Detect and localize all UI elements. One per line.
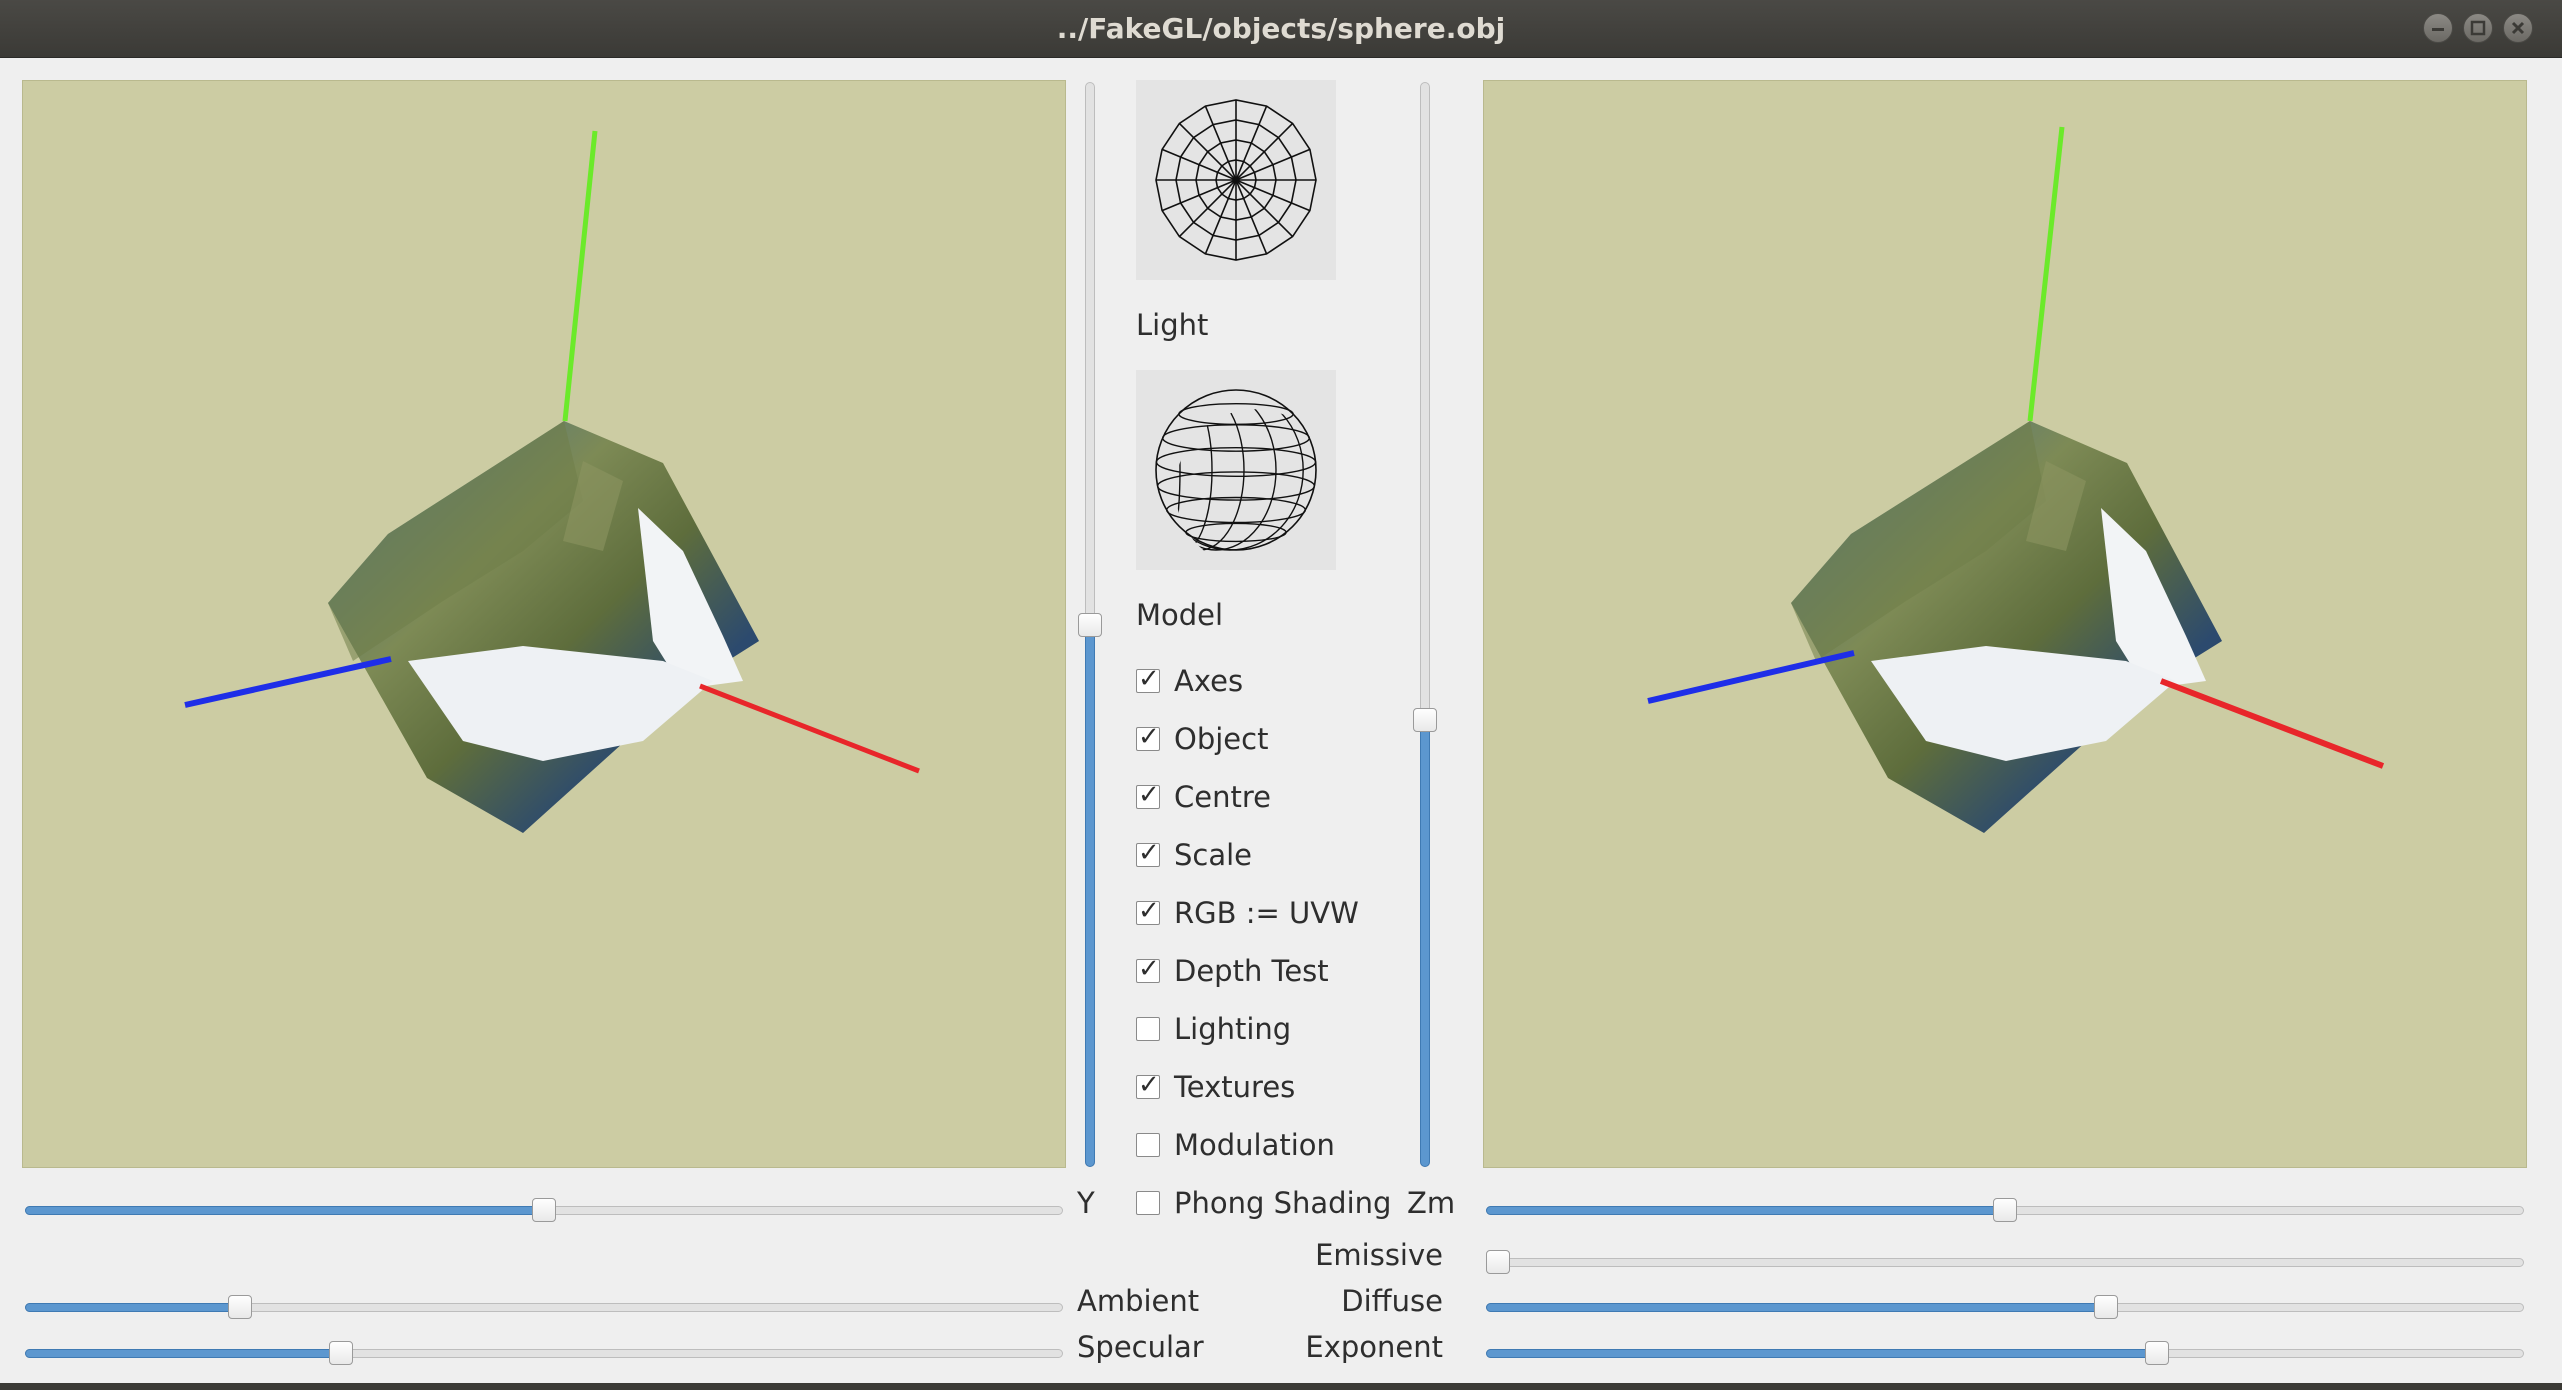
right-vertical-slider[interactable] (1413, 82, 1437, 1167)
z-axis-line (184, 656, 392, 708)
maximize-button[interactable] (2463, 13, 2493, 43)
checkbox-scale[interactable]: ✓ Scale (1136, 837, 1386, 873)
specular-slider-label: Specular (1077, 1330, 1204, 1364)
light-direction-widget[interactable] (1136, 80, 1336, 280)
slider-handle[interactable] (1078, 613, 1102, 637)
checkmark-icon: ✓ (1138, 954, 1160, 984)
slider-fill (1486, 1206, 1997, 1215)
right-viewport[interactable] (1483, 80, 2527, 1168)
slider-fill (1420, 720, 1430, 1167)
checkmark-icon: ✓ (1138, 722, 1160, 752)
checkbox-label: Object (1174, 722, 1269, 756)
exponent-slider-label: Exponent (1305, 1330, 1443, 1364)
checkbox-textures[interactable]: ✓ Textures (1136, 1069, 1386, 1105)
slider-handle[interactable] (329, 1341, 353, 1365)
checkbox-object[interactable]: ✓ Object (1136, 721, 1386, 757)
checkbox-axes[interactable]: ✓ Axes (1136, 663, 1386, 699)
checkbox-box[interactable]: ✓ (1136, 838, 1160, 868)
diffuse-slider-label: Diffuse (1341, 1284, 1443, 1318)
checkmark-icon: ✓ (1138, 1070, 1160, 1100)
checkbox-label: RGB := UVW (1174, 896, 1359, 930)
y-slider[interactable] (25, 1198, 1063, 1222)
ambient-slider-label: Ambient (1077, 1284, 1200, 1318)
textured-cube (1791, 421, 2222, 833)
checkbox-label: Axes (1174, 664, 1244, 698)
textured-cube (328, 421, 759, 833)
slider-fill (25, 1303, 232, 1312)
slider-fill (1486, 1303, 2098, 1312)
render-options-list: ✓ Axes ✓ Object ✓ Centre ✓ Scale ✓ RGB := UVW ✓ Dep… (1136, 663, 1391, 1223)
ambient-slider[interactable] (25, 1295, 1063, 1319)
emissive-slider-label: Emissive (1315, 1238, 1443, 1272)
checkbox-label: Lighting (1174, 1012, 1292, 1046)
checkmark-icon: ✓ (1138, 780, 1160, 810)
checkbox-label: Textures (1174, 1070, 1296, 1104)
light-label: Light (1136, 308, 1209, 342)
slider-handle[interactable] (532, 1198, 556, 1222)
checkbox-modulation[interactable]: Modulation (1136, 1127, 1386, 1163)
checkbox-centre[interactable]: ✓ Centre (1136, 779, 1386, 815)
zm-slider[interactable] (1486, 1198, 2524, 1222)
specular-slider[interactable] (25, 1341, 1063, 1365)
y-axis-line (2027, 126, 2065, 422)
slider-handle[interactable] (1993, 1198, 2017, 1222)
slider-handle[interactable] (228, 1295, 252, 1319)
checkbox-label: Depth Test (1174, 954, 1329, 988)
checkbox-depth-test[interactable]: ✓ Depth Test (1136, 953, 1386, 989)
polar-grid-icon (1155, 99, 1317, 261)
checkmark-icon: ✓ (1138, 838, 1160, 868)
checkbox-box[interactable]: ✓ (1136, 954, 1160, 984)
wireframe-sphere-icon (1155, 389, 1317, 551)
emissive-slider[interactable] (1486, 1250, 2524, 1274)
x-axis-line (699, 683, 920, 774)
slider-fill (25, 1349, 333, 1358)
model-label: Model (1136, 598, 1224, 632)
checkbox-rgb-uvw[interactable]: ✓ RGB := UVW (1136, 895, 1386, 931)
slider-fill (25, 1206, 536, 1215)
exponent-slider[interactable] (1486, 1341, 2524, 1365)
slider-handle[interactable] (1486, 1250, 1510, 1274)
slider-handle[interactable] (1413, 708, 1437, 732)
checkbox-box[interactable] (1136, 1191, 1160, 1215)
slider-handle[interactable] (2145, 1341, 2169, 1365)
checkbox-label: Modulation (1174, 1128, 1335, 1162)
slider-handle[interactable] (2094, 1295, 2118, 1319)
checkbox-box[interactable]: ✓ (1136, 896, 1160, 926)
checkmark-icon: ✓ (1138, 664, 1160, 694)
checkbox-label: Phong Shading (1174, 1186, 1392, 1220)
close-button[interactable] (2503, 13, 2533, 43)
minimize-button[interactable] (2423, 13, 2453, 43)
slider-fill (1085, 625, 1095, 1167)
checkmark-icon: ✓ (1138, 896, 1160, 926)
minimize-icon (2432, 28, 2444, 31)
y-axis-line (562, 130, 598, 422)
x-axis-line (2159, 678, 2385, 769)
left-vertical-slider[interactable] (1078, 82, 1102, 1167)
maximize-icon (2470, 20, 2486, 36)
status-strip (0, 1383, 2562, 1390)
checkbox-lighting[interactable]: Lighting (1136, 1011, 1386, 1047)
z-axis-line (1647, 650, 1855, 704)
model-rotation-widget[interactable] (1136, 370, 1336, 570)
checkbox-phong-shading[interactable]: Phong Shading (1136, 1185, 1391, 1221)
left-viewport[interactable] (22, 80, 1066, 1168)
slider-fill (1486, 1349, 2149, 1358)
checkbox-box[interactable] (1136, 1017, 1160, 1041)
window-title: ../FakeGL/objects/sphere.obj (1056, 12, 1506, 45)
checkbox-box[interactable] (1136, 1133, 1160, 1157)
checkbox-box[interactable]: ✓ (1136, 1070, 1160, 1100)
close-icon (2511, 21, 2525, 35)
checkbox-box[interactable]: ✓ (1136, 722, 1160, 752)
checkbox-box[interactable]: ✓ (1136, 664, 1160, 694)
zm-slider-label: Zm (1407, 1186, 1456, 1220)
checkbox-box[interactable]: ✓ (1136, 780, 1160, 810)
y-slider-label: Y (1077, 1186, 1095, 1220)
slider-track (1486, 1258, 2524, 1267)
checkbox-label: Scale (1174, 838, 1253, 872)
checkbox-label: Centre (1174, 780, 1271, 814)
diffuse-slider[interactable] (1486, 1295, 2524, 1319)
